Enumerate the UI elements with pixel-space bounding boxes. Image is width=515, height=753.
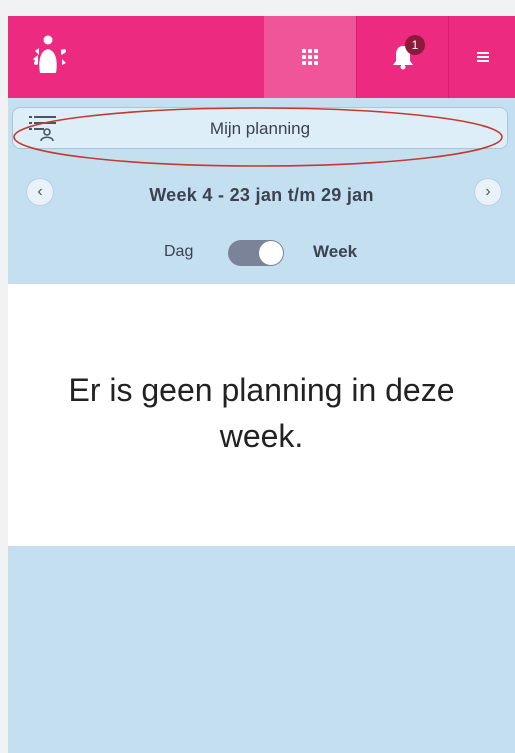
view-toggle: Dag Week bbox=[8, 234, 515, 270]
planning-filter-button[interactable]: Mijn planning bbox=[12, 107, 508, 149]
planning-filter-label: Mijn planning bbox=[209, 119, 311, 138]
app-frame: 1 Mijn planning ‹ Week 4 - 23 jan t/m 29… bbox=[8, 16, 515, 753]
apps-button[interactable] bbox=[264, 16, 356, 98]
hamburger-menu-icon bbox=[476, 50, 489, 64]
day-week-switch[interactable] bbox=[228, 240, 284, 266]
chevron-right-icon: › bbox=[485, 183, 491, 200]
week-label: Week 4 - 23 jan t/m 29 jan bbox=[149, 185, 374, 205]
notifications-button[interactable]: 1 bbox=[356, 16, 449, 98]
day-view-label[interactable]: Dag bbox=[164, 243, 193, 261]
menu-button[interactable] bbox=[448, 16, 515, 98]
planning-content: Er is geen planning in deze week. bbox=[8, 284, 515, 546]
week-view-label[interactable]: Week bbox=[313, 242, 357, 262]
empty-state-message: Er is geen planning in deze week. bbox=[68, 372, 455, 454]
top-bar: 1 bbox=[8, 16, 515, 98]
switch-knob bbox=[259, 241, 283, 265]
people-network-logo-icon[interactable] bbox=[26, 33, 74, 79]
app-grid-icon bbox=[302, 49, 318, 65]
notification-badge: 1 bbox=[405, 35, 425, 55]
next-week-button[interactable]: › bbox=[474, 178, 502, 206]
week-navigation: ‹ Week 4 - 23 jan t/m 29 jan › bbox=[8, 172, 515, 216]
